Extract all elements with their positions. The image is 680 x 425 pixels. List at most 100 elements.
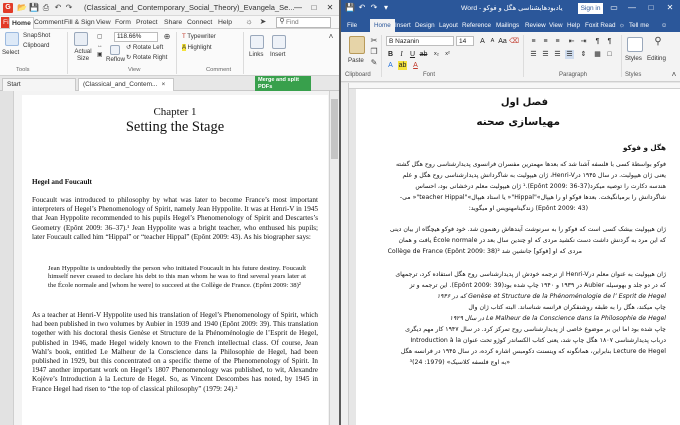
- ribbon-collapse-icon[interactable]: ˄: [326, 32, 336, 42]
- print-icon[interactable]: ⎙: [41, 3, 51, 13]
- undo-icon[interactable]: ↶: [53, 3, 63, 13]
- tell-me-search[interactable]: Tell me: [629, 20, 649, 31]
- tab-layout[interactable]: Layout: [439, 20, 458, 31]
- clear-format-icon[interactable]: ⌫: [509, 37, 519, 46]
- text-effects-icon[interactable]: A: [386, 61, 395, 70]
- menu-view[interactable]: View: [96, 17, 111, 28]
- reflow-button[interactable]: Reflow: [106, 56, 125, 64]
- paste-icon[interactable]: [349, 36, 365, 54]
- grow-font-icon[interactable]: A: [478, 37, 487, 46]
- actual-size-icon[interactable]: [74, 32, 88, 46]
- editing-button[interactable]: Editing: [647, 55, 666, 63]
- zoom-field[interactable]: 118.66%: [114, 32, 158, 42]
- navigation-panel-strip[interactable]: [0, 91, 14, 425]
- menu-fill-sign[interactable]: Fill & Sign: [64, 17, 95, 28]
- ribbon-collapse-icon[interactable]: ˄: [669, 70, 679, 80]
- tab-mailings[interactable]: Mailings: [496, 20, 519, 31]
- styles-button[interactable]: Styles: [625, 55, 642, 63]
- rotate-left-button[interactable]: ↺ Rotate Left: [126, 44, 163, 52]
- tab-review[interactable]: Review: [525, 20, 546, 31]
- italic-button[interactable]: I: [397, 50, 406, 59]
- minimize-icon[interactable]: —: [624, 0, 640, 16]
- align-left-icon[interactable]: ☰: [529, 50, 538, 59]
- insert-button[interactable]: Insert: [270, 51, 285, 59]
- increase-indent-icon[interactable]: ⇥: [579, 37, 588, 46]
- typewriter-button[interactable]: T Typewriter: [182, 33, 216, 41]
- rtl-icon[interactable]: ¶: [605, 37, 614, 46]
- close-icon[interactable]: ✕: [322, 0, 338, 16]
- ltr-icon[interactable]: ¶: [593, 37, 602, 46]
- highlight-button[interactable]: A Highlight: [182, 44, 212, 52]
- justify-icon[interactable]: ☰: [565, 50, 574, 59]
- styles-icon[interactable]: [627, 37, 643, 52]
- change-case-icon[interactable]: Aa: [498, 37, 507, 46]
- tab-foxit-reader[interactable]: Foxit Read: [585, 20, 615, 31]
- highlight-color-icon[interactable]: ab: [398, 61, 407, 70]
- shading-icon[interactable]: ▦: [593, 50, 602, 59]
- pdf-scroll-thumb[interactable]: [331, 99, 338, 159]
- redo-icon[interactable]: ↷: [369, 3, 379, 13]
- snapshot-button[interactable]: SnapShot: [23, 32, 50, 40]
- paste-button[interactable]: Paste: [348, 57, 364, 65]
- bold-button[interactable]: B: [386, 50, 395, 59]
- menu-home[interactable]: Home: [9, 17, 34, 29]
- share-icon[interactable]: ➤: [258, 17, 268, 27]
- sign-in-button[interactable]: Sign in: [578, 3, 603, 14]
- select-button[interactable]: Select: [2, 49, 19, 57]
- tab-view[interactable]: View: [549, 20, 563, 31]
- format-painter-icon[interactable]: ✎: [369, 58, 379, 68]
- strikethrough-button[interactable]: ab: [419, 50, 428, 59]
- save-icon[interactable]: 💾: [29, 3, 39, 13]
- fit-visible-button[interactable]: ▣: [97, 51, 102, 59]
- tab-file[interactable]: File: [347, 20, 357, 31]
- tab-insert[interactable]: Insert: [395, 20, 411, 31]
- multilevel-list-icon[interactable]: ≡: [553, 37, 562, 46]
- align-center-icon[interactable]: ☰: [541, 50, 550, 59]
- menu-help[interactable]: Help: [218, 17, 232, 28]
- customize-qat-icon[interactable]: ▾: [381, 3, 391, 13]
- menu-share[interactable]: Share: [164, 17, 182, 28]
- borders-icon[interactable]: □: [605, 50, 614, 59]
- menu-protect[interactable]: Protect: [136, 17, 158, 28]
- font-name-select[interactable]: B Nazanin: [386, 36, 454, 46]
- tab-reference[interactable]: Reference: [462, 20, 491, 31]
- pdf-vertical-scrollbar[interactable]: [329, 91, 339, 425]
- subscript-button[interactable]: x₂: [432, 50, 441, 59]
- minimize-icon[interactable]: —: [290, 0, 306, 16]
- links-button[interactable]: Links: [249, 51, 263, 59]
- rotate-right-button[interactable]: ↻ Rotate Right: [126, 54, 167, 62]
- font-size-select[interactable]: 14: [456, 36, 474, 46]
- maximize-icon[interactable]: □: [306, 0, 322, 16]
- undo-icon[interactable]: ↶: [357, 3, 367, 13]
- ribbon-display-icon[interactable]: ▭: [606, 0, 622, 16]
- clipboard-button[interactable]: Clipboard: [23, 42, 49, 50]
- tab-design[interactable]: Design: [415, 20, 435, 31]
- links-icon[interactable]: [250, 35, 264, 49]
- fit-page-button[interactable]: ▢: [97, 33, 102, 41]
- menu-connect[interactable]: Connect: [187, 17, 212, 28]
- superscript-button[interactable]: x²: [443, 50, 452, 59]
- menu-comment[interactable]: Comment: [34, 17, 63, 28]
- fit-width-button[interactable]: ↔: [97, 42, 103, 50]
- numbering-icon[interactable]: ≡: [541, 37, 550, 46]
- tab-start[interactable]: Start: [2, 78, 76, 91]
- tab-home[interactable]: Home: [370, 19, 395, 32]
- maximize-icon[interactable]: □: [643, 0, 659, 16]
- find-icon[interactable]: ⚲: [653, 37, 663, 47]
- word-document-page[interactable]: فصل اول مهیاسازی صحنه هگل و فوکو فوکو بو…: [356, 89, 680, 425]
- cut-icon[interactable]: ✂: [369, 36, 379, 46]
- tab-close-icon[interactable]: ×: [161, 81, 165, 88]
- merge-split-promo[interactable]: Merge and split PDFs: [255, 76, 311, 91]
- underline-button[interactable]: U: [408, 50, 417, 59]
- align-right-icon[interactable]: ☰: [553, 50, 562, 59]
- insert-icon[interactable]: [272, 35, 286, 49]
- shrink-font-icon[interactable]: A: [488, 37, 497, 46]
- font-color-icon[interactable]: A: [411, 61, 420, 70]
- actual-size-button[interactable]: Actual Size: [71, 48, 95, 62]
- copy-icon[interactable]: ❐: [369, 47, 379, 57]
- close-icon[interactable]: ✕: [662, 0, 678, 16]
- decrease-indent-icon[interactable]: ⇤: [567, 37, 576, 46]
- zoom-in-icon[interactable]: ⊕: [162, 32, 172, 42]
- line-spacing-icon[interactable]: ⇕: [579, 50, 588, 59]
- bulb-icon[interactable]: ☼: [244, 17, 254, 27]
